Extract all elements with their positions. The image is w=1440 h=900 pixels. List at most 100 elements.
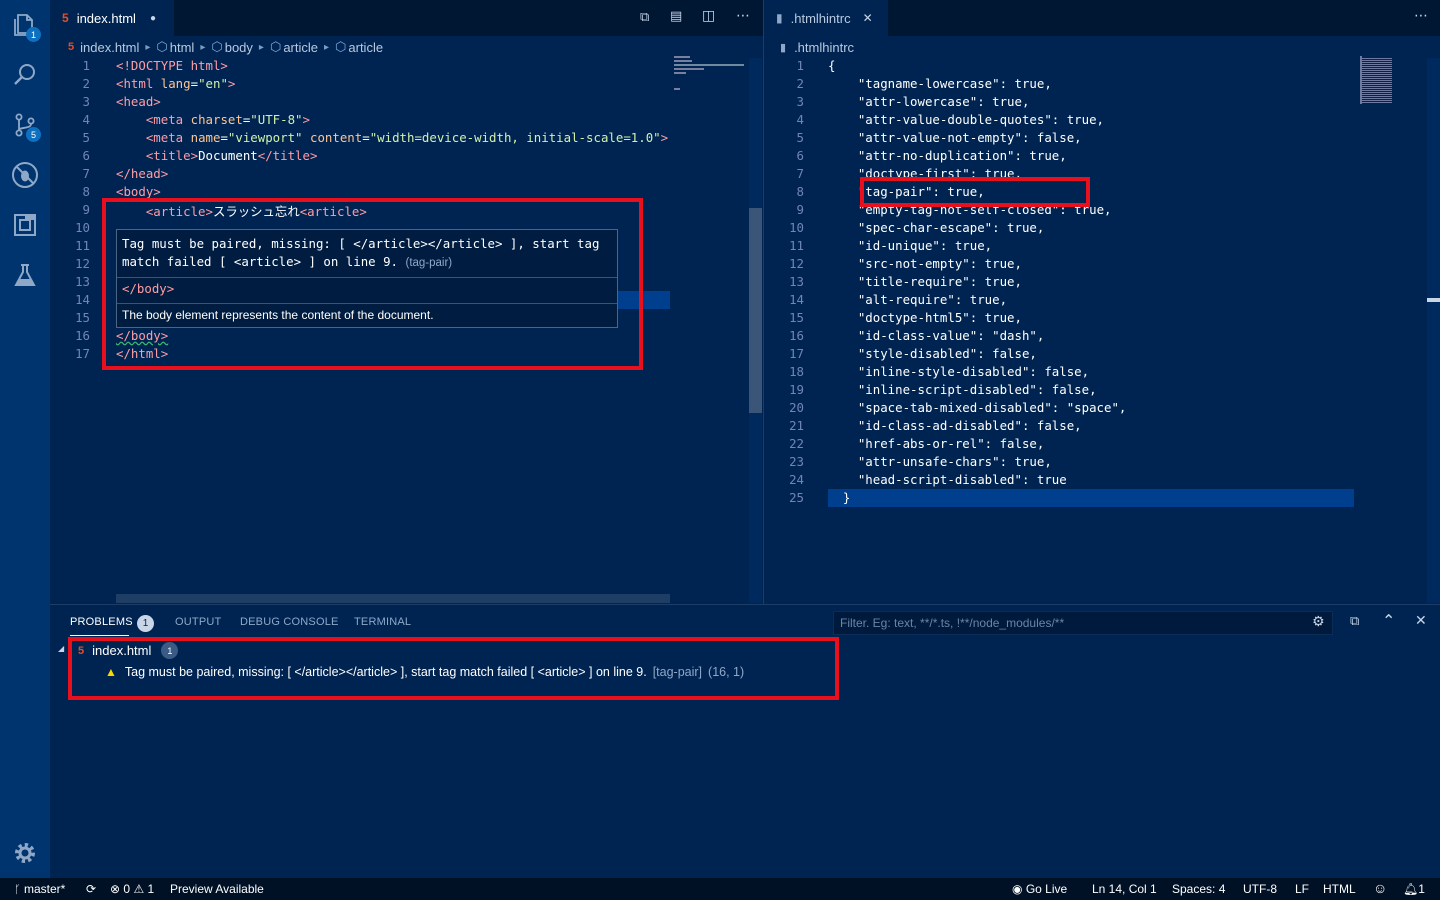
line-number: 10 <box>75 220 90 235</box>
json-line: "attr-value-not-empty": false, <box>828 130 1082 145</box>
line-number: 5 <box>796 130 804 145</box>
json-line: "id-unique": true, <box>828 238 993 253</box>
line-number: 11 <box>75 238 90 253</box>
horizontal-scrollbar[interactable] <box>116 594 670 603</box>
json-line: "title-require": true, <box>828 274 1022 289</box>
more-actions-icon[interactable]: ⋯ <box>736 8 750 24</box>
tab-output[interactable]: OUTPUT <box>175 616 221 628</box>
line-number: 16 <box>75 328 90 343</box>
annotation-box-tag-pair <box>860 177 1090 207</box>
feedback-smiley-icon[interactable]: ☺ <box>1373 880 1387 896</box>
settings-gear-icon[interactable] <box>0 828 50 878</box>
right-tab-bar: ▮ .htmlhintrc ✕ ⋯ <box>764 0 1440 36</box>
sync-icon[interactable]: ⟳ <box>86 882 96 896</box>
collapse-all-icon[interactable]: ⧉ <box>1350 614 1359 629</box>
indentation[interactable]: Spaces: 4 <box>1172 882 1225 896</box>
tab-debug-console[interactable]: DEBUG CONSOLE <box>240 616 339 628</box>
json-line: "id-class-ad-disabled": false, <box>828 418 1082 433</box>
html5-file-icon: 5 <box>62 11 69 25</box>
line-number: 1 <box>796 58 804 73</box>
code-line: <body> <box>116 184 161 199</box>
json-line: "head-script-disabled": true <box>828 472 1067 487</box>
line-number: 23 <box>789 454 804 469</box>
line-number: 17 <box>789 346 804 361</box>
html5-file-icon: 5 <box>68 41 75 53</box>
line-number: 7 <box>796 166 804 181</box>
problems-status[interactable]: ⊗ 0 ⚠ 1 <box>110 882 154 896</box>
error-icon: ⊗ <box>110 882 121 896</box>
explorer-badge: 1 <box>26 27 41 42</box>
source-control-icon[interactable]: 5 <box>0 100 50 150</box>
explorer-icon[interactable]: 1 <box>0 0 50 50</box>
breadcrumb-item[interactable]: .htmlhintrc <box>794 40 854 55</box>
line-number: 9 <box>82 202 90 217</box>
end-of-line[interactable]: LF <box>1295 882 1309 896</box>
unsaved-dot-icon[interactable]: ● <box>150 13 156 24</box>
json-line: } <box>828 490 851 505</box>
open-changes-icon[interactable]: ⧉ <box>640 10 649 25</box>
element-cube-icon: ⬡ <box>269 39 282 54</box>
left-minimap[interactable] <box>672 56 748 96</box>
left-vertical-scrollbar[interactable] <box>749 58 762 603</box>
line-number: 10 <box>789 220 804 235</box>
panel-header: PROBLEMS 1 OUTPUT DEBUG CONSOLE TERMINAL… <box>50 604 1440 640</box>
tab-label: .htmlhintrc <box>790 10 851 26</box>
code-line: </head> <box>116 166 169 181</box>
breadcrumb-item[interactable]: article <box>283 40 318 55</box>
breadcrumb-item[interactable]: index.html <box>80 40 139 55</box>
close-panel-icon[interactable]: ✕ <box>1415 613 1427 629</box>
json-line: { <box>828 58 836 73</box>
file-icon: ▮ <box>776 11 783 25</box>
language-mode[interactable]: HTML <box>1323 882 1356 896</box>
breadcrumb-item[interactable]: body <box>225 40 253 55</box>
close-icon[interactable]: ✕ <box>863 11 873 25</box>
filter-settings-gear-icon[interactable]: ⚙ <box>1312 614 1325 630</box>
go-live-button[interactable]: ◉ Go Live <box>1012 882 1067 896</box>
line-number: 20 <box>789 400 804 415</box>
line-number: 22 <box>789 436 804 451</box>
line-number: 12 <box>75 256 90 271</box>
chevron-right-icon: ▸ <box>200 41 206 53</box>
json-line: "style-disabled": false, <box>828 346 1037 361</box>
extensions-icon[interactable] <box>0 200 50 250</box>
tab-problems[interactable]: PROBLEMS <box>70 616 133 628</box>
cursor-position[interactable]: Ln 14, Col 1 <box>1092 882 1157 896</box>
json-line: "tagname-lowercase": true, <box>828 76 1052 91</box>
chevron-right-icon: ▸ <box>324 41 330 53</box>
preview-available[interactable]: Preview Available <box>170 882 264 896</box>
tab-htmlhintrc[interactable]: ▮ .htmlhintrc ✕ <box>764 0 888 36</box>
right-vertical-scrollbar[interactable] <box>1427 58 1440 603</box>
tab-terminal[interactable]: TERMINAL <box>354 616 411 628</box>
more-actions-icon[interactable]: ⋯ <box>1414 8 1428 24</box>
line-number: 11 <box>789 238 804 253</box>
breadcrumb-item[interactable]: html <box>170 40 195 55</box>
tab-label: index.html <box>76 10 136 26</box>
element-cube-icon: ⬡ <box>211 39 223 54</box>
filter-input[interactable]: Filter. Eg: text, **/*.ts, !**/node_modu… <box>833 611 1333 635</box>
line-number: 8 <box>82 184 90 199</box>
breadcrumb-item[interactable]: article <box>348 40 383 55</box>
json-line: "space-tab-mixed-disabled": "space", <box>828 400 1127 415</box>
search-icon[interactable] <box>0 50 50 100</box>
code-line: <title>Document</title> <box>145 148 318 163</box>
line-number: 19 <box>789 382 804 397</box>
tab-index-html[interactable]: 5 index.html ● <box>50 0 174 36</box>
warning-icon: ⚠ <box>133 882 145 896</box>
test-flask-icon[interactable] <box>0 250 50 300</box>
notifications[interactable]: 🔔︎1 <box>1403 882 1425 896</box>
right-code-editor[interactable]: 1 {2 "tagname-lowercase": true, 3 "attr-lo… <box>764 58 1354 598</box>
split-editor-icon[interactable]: ◫ <box>702 8 715 24</box>
maximize-panel-icon[interactable]: ⌃ <box>1382 611 1395 630</box>
broadcast-icon: ◉ <box>1012 882 1023 896</box>
line-number: 17 <box>75 346 90 361</box>
branch-item[interactable]: ᚴ master* <box>14 882 65 896</box>
json-line: "doctype-html5": true, <box>828 310 1022 325</box>
json-line: "spec-char-escape": true, <box>828 220 1045 235</box>
line-number: 24 <box>789 472 804 487</box>
status-bar: ᚴ master* ⟳ ⊗ 0 ⚠ 1 Preview Available ◉ … <box>0 878 1440 900</box>
debug-icon[interactable] <box>0 150 50 200</box>
expand-triangle-icon[interactable]: ◢ <box>58 644 64 653</box>
right-minimap[interactable] <box>1358 56 1398 106</box>
encoding[interactable]: UTF-8 <box>1243 882 1277 896</box>
open-preview-icon[interactable]: ▤ <box>670 9 682 24</box>
